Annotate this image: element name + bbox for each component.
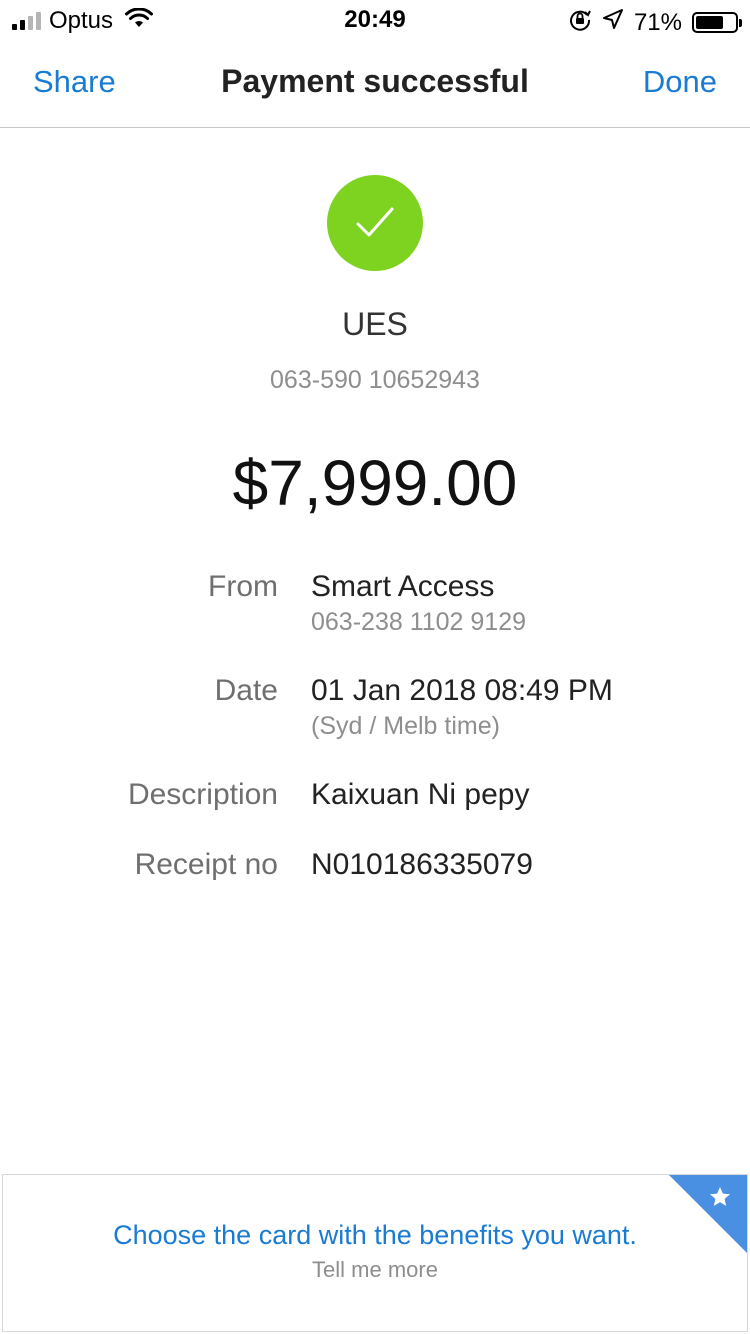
detail-value: 01 Jan 2018 08:49 PM <box>311 674 613 707</box>
navigation-bar: Share Payment successful Done <box>0 40 750 128</box>
done-button[interactable]: Done <box>643 64 717 100</box>
location-icon <box>602 8 624 37</box>
detail-label: Receipt no <box>134 848 278 881</box>
payee-name: UES <box>342 306 408 342</box>
battery-icon <box>692 12 742 33</box>
tell-me-more-link[interactable]: Tell me more <box>3 1257 747 1283</box>
detail-value: Smart Access <box>311 570 495 603</box>
detail-subtext: 063-238 1102 9129 <box>311 608 527 636</box>
payment-receipt-screen: Optus 20:49 71% Share Payment successful… <box>0 0 750 1334</box>
status-right: 71% <box>568 7 742 38</box>
detail-label: Description <box>127 778 278 811</box>
payee-account-number: 063-590 10652943 <box>270 366 480 394</box>
detail-subtext: (Syd / Melb time) <box>311 712 500 740</box>
page-title: Payment successful <box>221 63 529 99</box>
status-bar: Optus 20:49 71% <box>0 0 750 40</box>
payment-amount: $7,999.00 <box>232 447 518 519</box>
detail-value: N010186335079 <box>311 848 533 881</box>
detail-value: Kaixuan Ni pepy <box>311 778 530 811</box>
promo-title: Choose the card with the benefits you wa… <box>113 1220 637 1250</box>
success-check-icon <box>327 175 423 271</box>
battery-percent: 71% <box>633 8 682 36</box>
promo-banner[interactable]: Choose the card with the benefits you wa… <box>2 1174 748 1332</box>
detail-label: From <box>208 570 278 603</box>
orientation-lock-icon <box>568 7 592 38</box>
detail-label: Date <box>214 674 278 707</box>
battery-level <box>696 16 723 29</box>
